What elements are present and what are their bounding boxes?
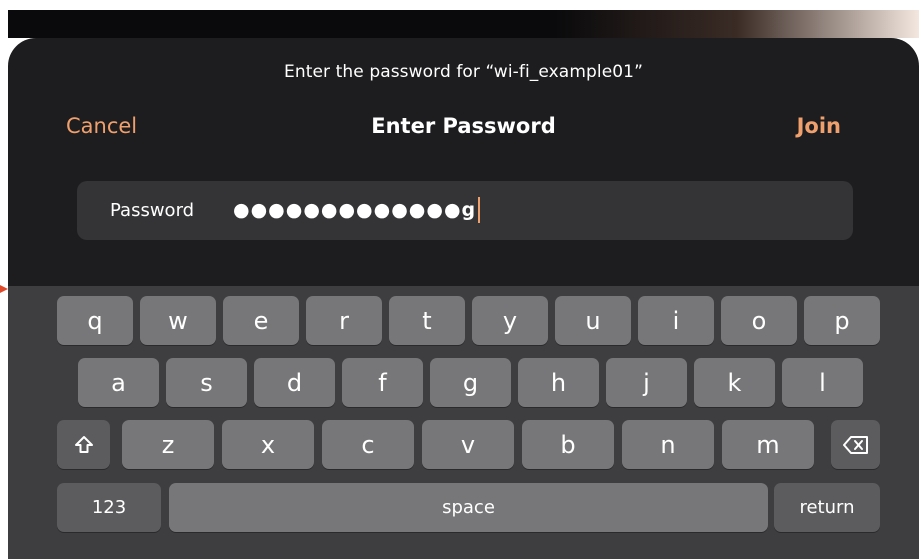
key-f[interactable]: f xyxy=(342,358,423,407)
key-w[interactable]: w xyxy=(140,296,216,345)
space-key[interactable]: space xyxy=(169,483,768,532)
join-button[interactable]: Join xyxy=(797,114,841,138)
key-y[interactable]: y xyxy=(472,296,548,345)
key-g[interactable]: g xyxy=(430,358,511,407)
password-field[interactable]: Password ●●●●●●●●●●●●●g xyxy=(77,181,853,240)
top-background-strip xyxy=(8,10,919,38)
dialog-prompt: Enter the password for “wi-fi_example01” xyxy=(283,62,643,82)
key-h[interactable]: h xyxy=(518,358,599,407)
key-r[interactable]: r xyxy=(306,296,382,345)
dialog-title: Enter Password xyxy=(371,114,556,138)
delete-key[interactable] xyxy=(831,420,880,469)
key-j[interactable]: j xyxy=(606,358,687,407)
edge-marker-icon xyxy=(0,285,8,293)
shift-key[interactable] xyxy=(57,420,110,469)
key-u[interactable]: u xyxy=(555,296,631,345)
numbers-key[interactable]: 123 xyxy=(57,483,161,532)
password-dialog: Enter the password for “wi-fi_example01”… xyxy=(8,38,919,286)
key-d[interactable]: d xyxy=(254,358,335,407)
key-v[interactable]: v xyxy=(422,420,514,469)
shift-arrow-up-icon xyxy=(74,435,93,453)
key-b[interactable]: b xyxy=(522,420,614,469)
key-c[interactable]: c xyxy=(322,420,414,469)
password-label: Password xyxy=(110,200,195,221)
key-l[interactable]: l xyxy=(782,358,863,407)
key-p[interactable]: p xyxy=(804,296,880,345)
key-s[interactable]: s xyxy=(166,358,247,407)
backspace-icon xyxy=(842,435,868,454)
key-e[interactable]: e xyxy=(223,296,299,345)
key-n[interactable]: n xyxy=(622,420,714,469)
key-o[interactable]: o xyxy=(721,296,797,345)
return-key[interactable]: return xyxy=(774,483,880,532)
key-q[interactable]: q xyxy=(57,296,133,345)
key-k[interactable]: k xyxy=(694,358,775,407)
key-m[interactable]: m xyxy=(722,420,814,469)
key-z[interactable]: z xyxy=(122,420,214,469)
key-x[interactable]: x xyxy=(222,420,314,469)
key-a[interactable]: a xyxy=(78,358,159,407)
password-value: ●●●●●●●●●●●●●g xyxy=(233,199,477,221)
key-t[interactable]: t xyxy=(389,296,465,345)
text-caret xyxy=(478,197,481,223)
onscreen-keyboard: q w e r t y u i o p a s d f g h j k l z … xyxy=(8,286,919,559)
password-input[interactable]: ●●●●●●●●●●●●●g xyxy=(233,196,481,224)
key-i[interactable]: i xyxy=(638,296,714,345)
cancel-button[interactable]: Cancel xyxy=(66,114,137,138)
